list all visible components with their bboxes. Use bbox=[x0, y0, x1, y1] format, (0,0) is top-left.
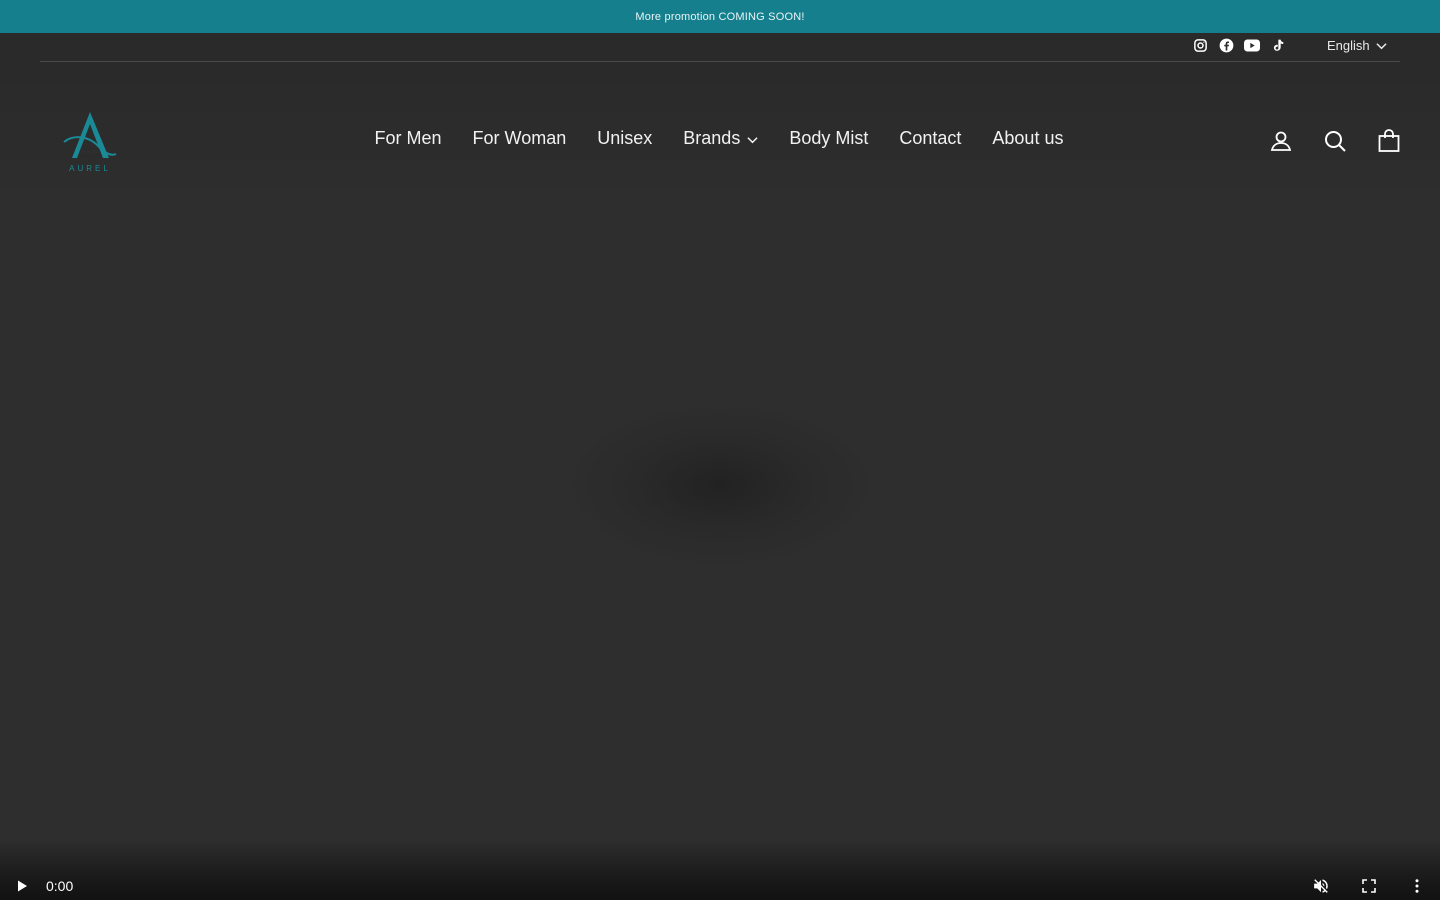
logo-text: AUREL bbox=[69, 164, 111, 173]
more-options-icon[interactable] bbox=[1408, 877, 1426, 895]
youtube-icon[interactable] bbox=[1244, 37, 1260, 53]
nav-label: Body Mist bbox=[789, 128, 869, 148]
video-control-buttons bbox=[1312, 877, 1426, 895]
announcement-text: More promotion COMING SOON! bbox=[635, 10, 805, 23]
nav-label: Contact bbox=[899, 128, 962, 148]
loading-spinner bbox=[560, 400, 880, 570]
nav-label: About us bbox=[992, 128, 1064, 148]
search-icon[interactable] bbox=[1322, 128, 1348, 154]
chevron-down-icon bbox=[747, 128, 758, 149]
main-navigation: For Men For Woman Unisex Brands Body Mis… bbox=[0, 128, 1440, 149]
nav-label: For Woman bbox=[472, 128, 567, 148]
video-controls bbox=[0, 840, 1440, 900]
nav-label: For Men bbox=[374, 128, 442, 148]
fullscreen-icon[interactable] bbox=[1360, 877, 1378, 895]
nav-for-men[interactable]: For Men bbox=[375, 128, 442, 149]
nav-label: Brands bbox=[683, 128, 741, 148]
nav-for-woman[interactable]: For Woman bbox=[473, 128, 567, 149]
nav-unisex[interactable]: Unisex bbox=[597, 128, 652, 149]
nav-body-mist[interactable]: Body Mist bbox=[789, 128, 868, 149]
language-label: English bbox=[1327, 38, 1370, 53]
instagram-icon[interactable] bbox=[1192, 37, 1208, 53]
video-time: 0:00 bbox=[46, 878, 74, 894]
nav-brands[interactable]: Brands bbox=[683, 128, 758, 149]
chevron-down-icon bbox=[1376, 38, 1387, 53]
cart-icon[interactable] bbox=[1376, 128, 1402, 154]
tiktok-icon[interactable] bbox=[1270, 37, 1286, 53]
nav-label: Unisex bbox=[597, 128, 653, 148]
account-icon[interactable] bbox=[1268, 128, 1294, 154]
social-links bbox=[1192, 37, 1286, 53]
nav-contact[interactable]: Contact bbox=[899, 128, 961, 149]
language-selector[interactable]: English bbox=[1327, 38, 1387, 53]
announcement-bar: More promotion COMING SOON! bbox=[0, 0, 1440, 33]
facebook-icon[interactable] bbox=[1218, 37, 1234, 53]
mute-icon[interactable] bbox=[1312, 877, 1330, 895]
header-actions bbox=[1268, 128, 1402, 154]
play-icon[interactable] bbox=[14, 878, 30, 894]
nav-about-us[interactable]: About us bbox=[992, 128, 1063, 149]
